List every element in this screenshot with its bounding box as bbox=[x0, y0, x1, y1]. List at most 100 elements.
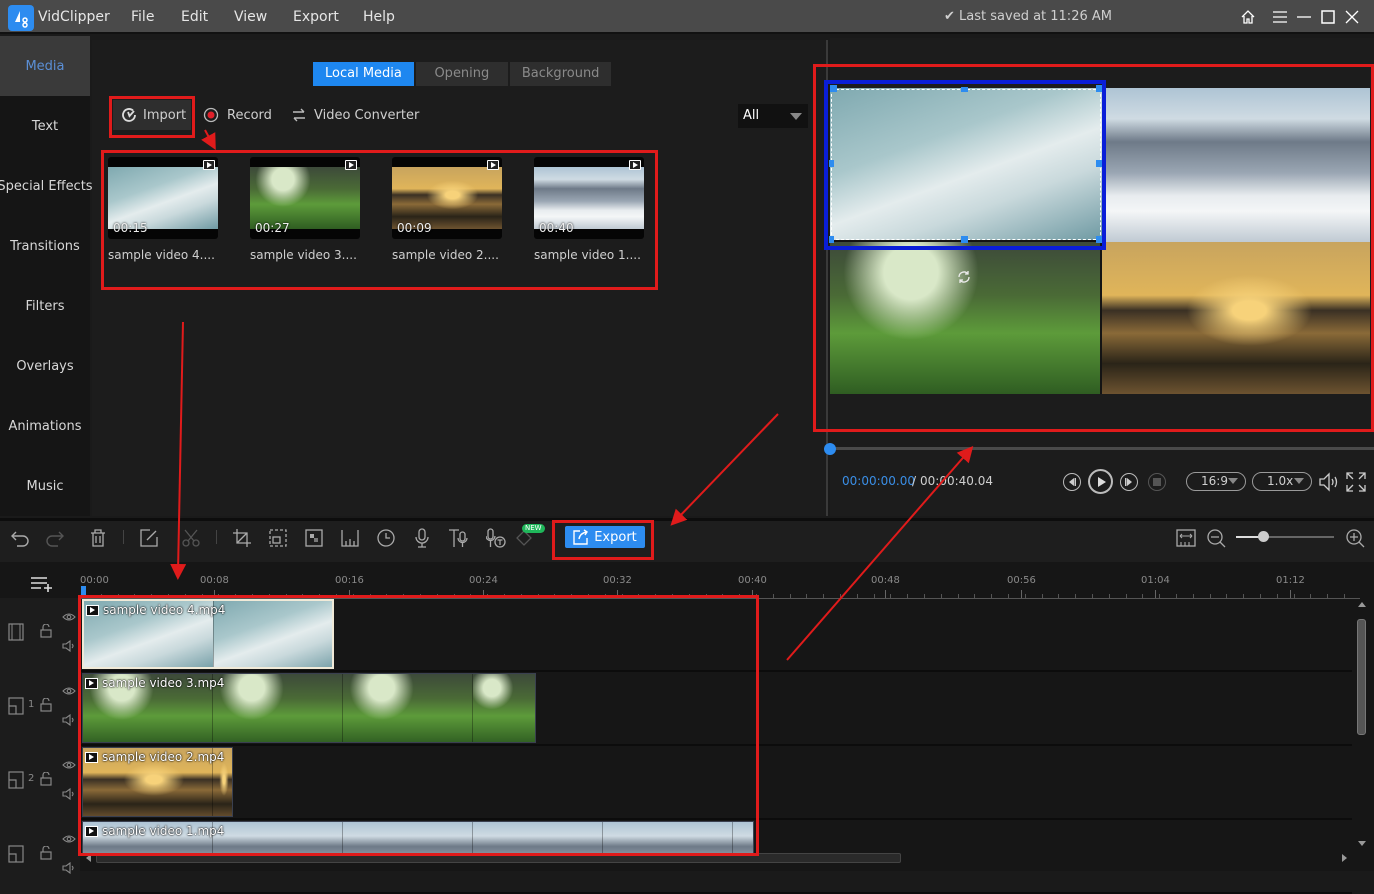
minimize-icon[interactable] bbox=[1295, 8, 1313, 26]
rotate-icon[interactable] bbox=[957, 269, 971, 283]
lock-icon[interactable] bbox=[40, 698, 52, 712]
tab-opening[interactable]: Opening bbox=[415, 62, 508, 86]
add-track-icon[interactable] bbox=[30, 576, 52, 594]
mosaic-icon[interactable] bbox=[304, 528, 324, 548]
lock-icon[interactable] bbox=[40, 624, 52, 638]
ruler-icon[interactable] bbox=[340, 528, 360, 548]
sidebar-item-animations[interactable]: Animations bbox=[0, 396, 90, 456]
home-icon[interactable] bbox=[1239, 8, 1257, 26]
maximize-icon[interactable] bbox=[1319, 8, 1337, 26]
redo-icon[interactable] bbox=[45, 528, 65, 548]
resize-handle[interactable] bbox=[830, 85, 837, 92]
clock-icon[interactable] bbox=[376, 528, 396, 548]
scrubber-handle[interactable] bbox=[824, 443, 836, 455]
scroll-left-arrow[interactable] bbox=[86, 854, 91, 862]
resize-handle[interactable] bbox=[1096, 236, 1103, 243]
zoom-in-icon[interactable] bbox=[1345, 528, 1365, 548]
resize-handle[interactable] bbox=[829, 236, 834, 243]
zoom-frame-icon[interactable] bbox=[268, 528, 288, 548]
timeline-clip[interactable]: sample video 4.mp4 bbox=[82, 599, 334, 669]
menu-export[interactable]: Export bbox=[293, 9, 339, 25]
eye-icon[interactable] bbox=[62, 834, 76, 844]
check-icon: ✔ bbox=[944, 9, 955, 24]
preview-layer-sunset[interactable] bbox=[1102, 242, 1370, 394]
fullscreen-icon[interactable] bbox=[1346, 472, 1366, 492]
playback-scrubber[interactable] bbox=[830, 447, 1374, 450]
sidebar-item-transitions[interactable]: Transitions bbox=[0, 216, 90, 276]
sidebar-item-filters[interactable]: Filters bbox=[0, 276, 90, 336]
close-icon[interactable] bbox=[1343, 8, 1361, 26]
volume-icon[interactable] bbox=[1318, 472, 1340, 492]
vertical-scrollbar[interactable] bbox=[1357, 619, 1366, 735]
sidebar-item-overlays[interactable]: Overlays bbox=[0, 336, 90, 396]
crop-icon[interactable] bbox=[232, 528, 252, 548]
ruler-tick-label: 00:48 bbox=[871, 575, 900, 586]
resize-handle[interactable] bbox=[961, 236, 968, 243]
total-time: 00:00:40.04 bbox=[920, 474, 993, 488]
zoom-out-icon[interactable] bbox=[1206, 528, 1226, 548]
media-item[interactable]: 00:15 sample video 4.... bbox=[108, 157, 220, 262]
speed-dropdown[interactable]: 1.0x bbox=[1252, 472, 1312, 491]
microphone-icon[interactable] bbox=[412, 528, 432, 548]
edit-icon[interactable] bbox=[139, 528, 159, 548]
playhead[interactable] bbox=[81, 586, 86, 595]
horizontal-scrollbar[interactable] bbox=[96, 853, 901, 863]
menu-help[interactable]: Help bbox=[363, 9, 395, 25]
media-filter-dropdown[interactable]: All bbox=[738, 104, 808, 128]
speech-to-text-icon[interactable] bbox=[486, 528, 506, 548]
timeline-clip[interactable]: sample video 3.mp4 bbox=[82, 673, 536, 743]
play-button[interactable] bbox=[1088, 469, 1113, 494]
import-button[interactable]: Import bbox=[113, 100, 191, 130]
tab-background[interactable]: Background bbox=[509, 62, 612, 86]
speaker-icon[interactable] bbox=[62, 788, 76, 800]
media-thumbnail: 00:27 bbox=[250, 157, 360, 239]
media-item[interactable]: 00:40 sample video 1.... bbox=[534, 157, 646, 262]
resize-handle[interactable] bbox=[961, 87, 968, 92]
speaker-icon[interactable] bbox=[62, 862, 76, 874]
next-frame-button[interactable] bbox=[1120, 473, 1138, 491]
sidebar-item-media[interactable]: Media bbox=[0, 36, 90, 96]
eye-icon[interactable] bbox=[62, 686, 76, 696]
resize-handle[interactable] bbox=[1096, 85, 1103, 92]
menu-file[interactable]: File bbox=[131, 9, 154, 25]
media-item-name: sample video 4.... bbox=[108, 248, 215, 262]
delete-icon[interactable] bbox=[88, 528, 108, 548]
export-button[interactable]: Export bbox=[565, 526, 645, 548]
sidebar-item-special-effects[interactable]: Special Effects bbox=[0, 156, 93, 216]
clip-label: sample video 1.mp4 bbox=[85, 824, 224, 838]
lock-icon[interactable] bbox=[40, 772, 52, 786]
scroll-up-arrow[interactable] bbox=[1358, 602, 1366, 607]
speaker-icon[interactable] bbox=[62, 640, 76, 652]
sidebar-item-text[interactable]: Text bbox=[0, 96, 90, 156]
undo-icon[interactable] bbox=[10, 528, 30, 548]
new-badge: NEW bbox=[522, 524, 545, 533]
preview-layer-grass[interactable] bbox=[830, 242, 1100, 394]
aspect-ratio-dropdown[interactable]: 16:9 bbox=[1186, 472, 1246, 491]
media-item[interactable]: 00:09 sample video 2.... bbox=[392, 157, 504, 262]
previous-frame-button[interactable] bbox=[1063, 473, 1081, 491]
eye-icon[interactable] bbox=[62, 760, 76, 770]
timeline-clip[interactable]: sample video 2.mp4 bbox=[82, 747, 233, 817]
record-button[interactable]: Record bbox=[203, 100, 272, 130]
video-converter-button[interactable]: Video Converter bbox=[292, 100, 419, 130]
tab-local-media[interactable]: Local Media bbox=[313, 62, 414, 86]
resize-handle[interactable] bbox=[829, 160, 834, 167]
timeline-zoom-handle[interactable] bbox=[1258, 531, 1269, 542]
resize-handle[interactable] bbox=[1096, 160, 1103, 167]
speaker-icon[interactable] bbox=[62, 714, 76, 726]
preview-layer-mountain[interactable] bbox=[1104, 88, 1370, 242]
menu-view[interactable]: View bbox=[234, 9, 267, 25]
sidebar-item-music[interactable]: Music bbox=[0, 456, 90, 516]
text-to-speech-icon[interactable] bbox=[448, 528, 468, 548]
lock-icon[interactable] bbox=[40, 846, 52, 860]
stop-button[interactable] bbox=[1148, 473, 1166, 491]
eye-icon[interactable] bbox=[62, 612, 76, 622]
timeline-clip[interactable]: sample video 1.mp4 bbox=[82, 821, 754, 855]
hamburger-menu-icon[interactable] bbox=[1271, 8, 1289, 26]
scroll-down-arrow[interactable] bbox=[1358, 841, 1366, 846]
fit-timeline-icon[interactable] bbox=[1176, 528, 1196, 548]
media-item[interactable]: 00:27 sample video 3.... bbox=[250, 157, 362, 262]
scroll-right-arrow[interactable] bbox=[1342, 854, 1347, 862]
split-icon[interactable] bbox=[181, 528, 201, 548]
menu-edit[interactable]: Edit bbox=[181, 9, 208, 25]
